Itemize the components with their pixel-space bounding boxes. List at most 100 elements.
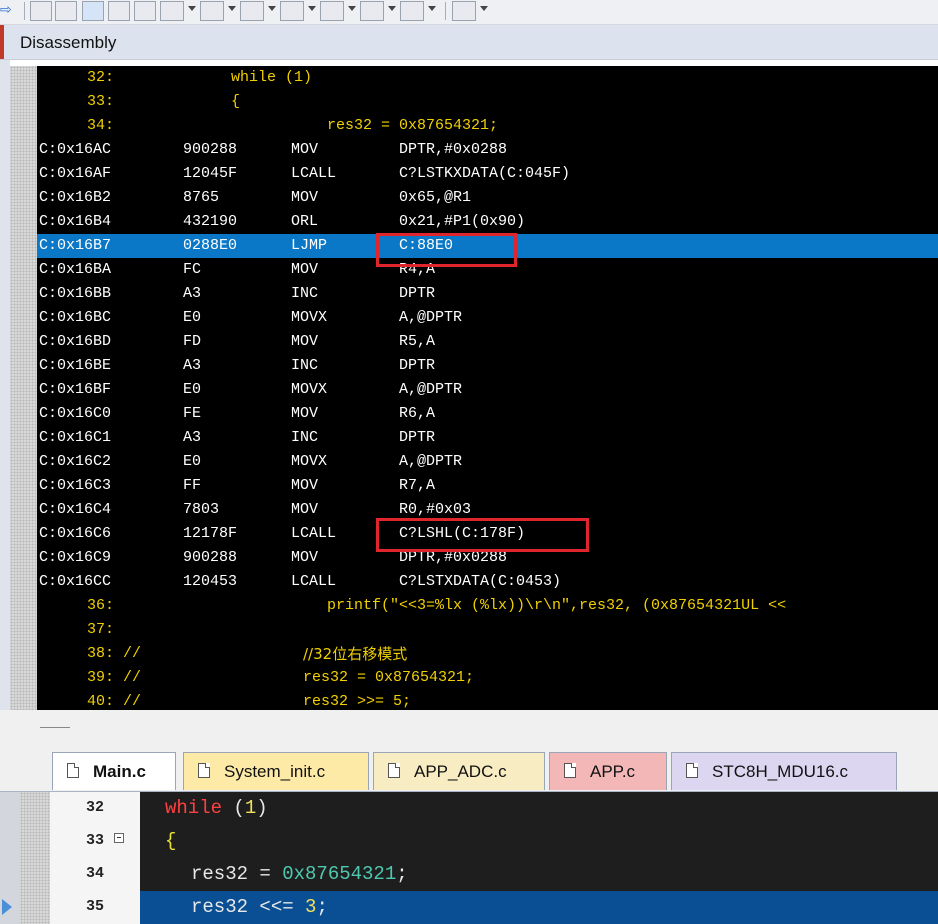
disassembly-row[interactable]: C:0x16AC 900288 MOV DPTR,#0x0288 [37,138,938,162]
watch-window-icon[interactable] [160,1,184,21]
chevron-down-icon[interactable] [348,6,356,11]
tab-stc8h-mdu16-c[interactable]: STC8H_MDU16.c [671,752,897,790]
chevron-down-icon[interactable] [308,6,316,11]
mnemonic: ORL [291,213,319,230]
mnemonic: MOV [291,333,319,350]
opcode-bytes: E0 [183,453,202,470]
code-token: 0x87654321 [282,863,397,885]
mnemonic: MOV [291,141,319,158]
source-row[interactable]: 36: printf("<<3=%lx (%lx))\r\n",res32, (0… [37,594,938,618]
chevron-down-icon[interactable] [428,6,436,11]
analysis-window-icon[interactable] [280,1,304,21]
disassembly-row[interactable]: C:0x16BE A3 INC DPTR [37,354,938,378]
toolbox-icon[interactable] [400,1,424,21]
disassembly-row[interactable]: C:0x16C3 FF MOV R7,A [37,474,938,498]
operands: A,@DPTR [399,309,463,326]
address: C:0x16BE [39,357,112,374]
address: C:0x16BC [39,309,112,326]
trace-window-icon[interactable] [320,1,344,21]
chevron-down-icon[interactable] [388,6,396,11]
code-token: ) [256,797,268,819]
disassembly-code[interactable]: 32: while (1) 33: {34: res32 = 0x87654321; C:… [37,66,938,769]
code-token: res32 = [191,863,283,885]
source-line-number: 39: // [87,669,142,686]
editor-line[interactable]: 35 res32 <<= 3; [0,891,938,924]
source-row[interactable]: 33: { [37,90,938,114]
chevron-down-icon[interactable] [268,6,276,11]
editor-line[interactable]: 32 while (1) [0,792,938,825]
highlight-box-ljmp [376,233,517,267]
source-editor[interactable]: 32 while (1) 33 {34 res32 = 0x87654321; 35 res… [0,792,938,924]
address: C:0x16BD [39,333,112,350]
disassembly-row[interactable]: C:0x16AF 12045F LCALL C?LSTKXDATA(C:045F) [37,162,938,186]
code-token: 1 [244,797,257,819]
code-text: while (1) [165,797,268,819]
document-icon [686,763,698,778]
code-token: 3 [305,896,317,918]
code-text: { [165,830,176,852]
splitter-grip [40,727,70,728]
disassembly-row[interactable]: C:0x16BF E0 MOVX A,@DPTR [37,378,938,402]
disassembly-row[interactable]: C:0x16CC 120453 LCALL C?LSTXDATA(C:0453) [37,570,938,594]
disassembly-window-icon[interactable] [55,1,77,21]
address: C:0x16BF [39,381,112,398]
step-arrow-icon[interactable]: ⇨ [0,1,12,18]
address: C:0x16AC [39,141,112,158]
source-row[interactable]: 34: res32 = 0x87654321; [37,114,938,138]
disassembly-row[interactable]: C:0x16C1 A3 INC DPTR [37,426,938,450]
address: C:0x16B2 [39,189,112,206]
fold-toggle-icon[interactable] [114,833,124,843]
source-line-number: 33: [87,93,115,110]
system-viewer-icon[interactable] [360,1,384,21]
tab-main-c[interactable]: Main.c [52,752,176,790]
opcode-bytes: FD [183,333,202,350]
source-row[interactable]: 32: while (1) [37,66,938,90]
symbols-window-icon[interactable] [82,1,104,21]
disassembly-row[interactable]: C:0x16B4 432190 ORL 0x21,#P1(0x90) [37,210,938,234]
disassembly-row[interactable]: C:0x16B2 8765 MOV 0x65,@R1 [37,186,938,210]
mnemonic: INC [291,429,319,446]
source-row[interactable]: 39: // res32 = 0x87654321; [37,666,938,690]
tab-app-adc-c[interactable]: APP_ADC.c [373,752,545,790]
mnemonic: INC [291,285,319,302]
opcode-bytes: 900288 [183,141,238,158]
disassembly-row[interactable]: C:0x16BC E0 MOVX A,@DPTR [37,306,938,330]
address: C:0x16CC [39,573,112,590]
opcode-bytes: 900288 [183,549,238,566]
opcode-bytes: FC [183,261,202,278]
editor-line[interactable]: 34 res32 = 0x87654321; [0,858,938,891]
command-window-icon[interactable] [30,1,52,21]
registers-window-icon[interactable] [108,1,130,21]
serial-window-icon[interactable] [240,1,264,21]
disassembly-row[interactable]: C:0x16C2 E0 MOVX A,@DPTR [37,450,938,474]
source-row[interactable]: 37: [37,618,938,642]
chevron-down-icon[interactable] [228,6,236,11]
tools-icon[interactable] [452,1,476,21]
opcode-bytes: 12178F [183,525,238,542]
opcode-bytes: 12045F [183,165,238,182]
disassembly-row[interactable]: C:0x16BB A3 INC DPTR [37,282,938,306]
memory-window-icon[interactable] [200,1,224,21]
code-token: { [165,830,177,852]
address: C:0x16BB [39,285,112,302]
chevron-down-icon[interactable] [188,6,196,11]
opcode-bytes: A3 [183,357,202,374]
source-text: //32位右移模式 [303,645,408,663]
code-text: res32 = 0x87654321; [191,863,408,885]
source-row[interactable]: 38: // //32位右移模式 [37,642,938,666]
toolbar-separator [24,2,25,20]
chevron-down-icon[interactable] [480,6,488,11]
document-icon [67,763,79,778]
tab-system-init-c[interactable]: System_init.c [183,752,369,790]
disassembly-row[interactable]: C:0x16C0 FE MOV R6,A [37,402,938,426]
tab-label: System_init.c [224,762,326,781]
address: C:0x16B4 [39,213,112,230]
operands: 0x21,#P1(0x90) [399,213,526,230]
address: C:0x16C0 [39,405,112,422]
disassembly-row[interactable]: C:0x16BD FD MOV R5,A [37,330,938,354]
opcode-bytes: A3 [183,285,202,302]
editor-line[interactable]: 33 { [0,825,938,858]
call-stack-window-icon[interactable] [134,1,156,21]
tab-app-c[interactable]: APP.c [549,752,667,790]
pane-splitter[interactable] [0,710,938,750]
